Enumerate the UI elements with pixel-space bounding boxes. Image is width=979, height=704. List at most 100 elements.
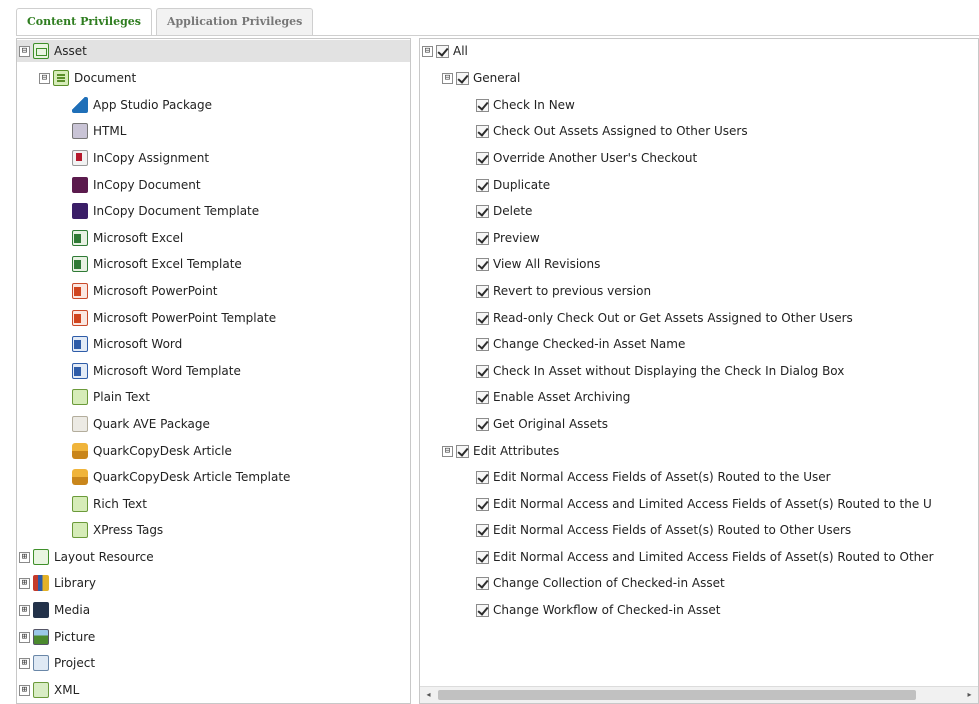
edit-attributes-checkbox[interactable] (456, 444, 469, 458)
tree-node-xpress-tags[interactable]: XPress Tags (72, 519, 163, 541)
privilege-label: Edit Normal Access Fields of Asset(s) Ro… (493, 470, 831, 484)
tree-node-microsoft-powerpoint[interactable]: Microsoft PowerPoint (72, 280, 218, 302)
privilege-group-all: ⊟ All (422, 40, 468, 62)
tree-node-microsoft-word[interactable]: Microsoft Word (72, 333, 182, 355)
tree-node-app-studio-package[interactable]: App Studio Package (72, 94, 212, 116)
tree-node-quarkcopydesk-article[interactable]: QuarkCopyDesk Article (72, 440, 232, 462)
tree-node-media[interactable]: ⊞ Media (19, 599, 90, 621)
privilege-checkbox[interactable] (476, 178, 489, 192)
collapse-toggle[interactable]: ⊟ (442, 72, 453, 84)
privilege-checkbox[interactable] (476, 470, 489, 484)
tree-node-xml[interactable]: ⊞ XML (19, 679, 79, 701)
tree-node-label: Project (54, 656, 96, 670)
collapse-toggle[interactable]: ⊟ (19, 45, 30, 57)
tab-application-privileges[interactable]: Application Privileges (155, 8, 314, 35)
privilege-label: View All Revisions (493, 257, 601, 271)
asset-icon (33, 43, 49, 59)
expand-toggle[interactable]: ⊞ (19, 631, 30, 643)
tree-node-incopy-document[interactable]: InCopy Document (72, 174, 201, 196)
tree-node-html[interactable]: HTML (72, 120, 126, 142)
privilege-checkbox[interactable] (476, 576, 489, 590)
microsoft-excel-template-icon (72, 256, 88, 272)
tree-node-library[interactable]: ⊞ Library (19, 572, 96, 594)
tree-node-rich-text[interactable]: Rich Text (72, 493, 147, 515)
tree-node-label: Microsoft Excel Template (93, 257, 242, 271)
tree-node-document[interactable]: ⊟ Document (39, 67, 136, 89)
tree-node-label: Layout Resource (54, 550, 154, 564)
tree-node-microsoft-excel-template[interactable]: Microsoft Excel Template (72, 253, 242, 275)
privilege-checkbox[interactable] (476, 151, 489, 165)
privilege-checkbox[interactable] (476, 390, 489, 404)
privilege-item: Edit Normal Access Fields of Asset(s) Ro… (476, 466, 831, 488)
privilege-label: Check In Asset without Displaying the Ch… (493, 364, 845, 378)
expand-toggle[interactable]: ⊞ (19, 551, 30, 563)
privilege-checkbox[interactable] (476, 124, 489, 138)
privilege-checkbox[interactable] (476, 98, 489, 112)
privilege-label: Get Original Assets (493, 417, 609, 431)
scroll-left-icon[interactable]: ◂ (420, 687, 437, 703)
html-icon (72, 123, 88, 139)
privilege-checkbox[interactable] (476, 417, 489, 431)
privilege-label: Duplicate (493, 178, 551, 192)
quarkcopydesk-article-template-icon (72, 469, 88, 485)
expand-toggle[interactable]: ⊞ (19, 657, 30, 669)
tree-node-microsoft-excel[interactable]: Microsoft Excel (72, 227, 183, 249)
tree-node-layout-resource[interactable]: ⊞ Layout Resource (19, 546, 154, 568)
privilege-checkbox[interactable] (476, 311, 489, 325)
tree-node-label: HTML (93, 124, 127, 138)
tree-node-asset[interactable]: ⊟ Asset (17, 40, 410, 62)
tree-node-project[interactable]: ⊞ Project (19, 652, 95, 674)
tree-node-quark-ave-package[interactable]: Quark AVE Package (72, 413, 210, 435)
all-checkbox[interactable] (436, 44, 449, 58)
privilege-checkbox[interactable] (476, 337, 489, 351)
project-icon (33, 655, 49, 671)
privilege-item: Edit Normal Access and Limited Access Fi… (476, 546, 934, 568)
privilege-checkbox[interactable] (476, 257, 489, 271)
privilege-label: All (453, 44, 468, 58)
tree-node-label: QuarkCopyDesk Article (93, 444, 232, 458)
privilege-label: Check In New (493, 98, 575, 112)
expand-toggle[interactable]: ⊞ (19, 577, 30, 589)
tree-node-label: Rich Text (93, 497, 147, 511)
tree-node-picture[interactable]: ⊞ Picture (19, 626, 95, 648)
tree-node-microsoft-powerpoint-template[interactable]: Microsoft PowerPoint Template (72, 307, 276, 329)
tree-node-incopy-document-template[interactable]: InCopy Document Template (72, 200, 259, 222)
privilege-checkbox[interactable] (476, 231, 489, 245)
privilege-label: Override Another User's Checkout (493, 151, 698, 165)
scroll-right-icon[interactable]: ▸ (961, 687, 978, 703)
collapse-toggle[interactable]: ⊟ (442, 445, 453, 457)
privilege-item: Enable Asset Archiving (476, 386, 630, 408)
tab-divider (16, 35, 979, 36)
tree-node-plain-text[interactable]: Plain Text (72, 386, 150, 408)
xpress-tags-icon (72, 522, 88, 538)
collapse-toggle[interactable]: ⊟ (39, 72, 50, 84)
expand-toggle[interactable]: ⊞ (19, 604, 30, 616)
scrollbar-thumb[interactable] (438, 690, 916, 700)
tree-node-microsoft-word-template[interactable]: Microsoft Word Template (72, 360, 241, 382)
privilege-checkbox[interactable] (476, 497, 489, 511)
tree-node-incopy-assignment[interactable]: InCopy Assignment (72, 147, 209, 169)
privilege-checkbox[interactable] (476, 284, 489, 298)
general-checkbox[interactable] (456, 71, 469, 85)
tree-node-label: InCopy Assignment (93, 151, 210, 165)
privilege-label: Change Workflow of Checked-in Asset (493, 603, 721, 617)
privilege-label: Edit Normal Access Fields of Asset(s) Ro… (493, 523, 852, 537)
privilege-item: Read-only Check Out or Get Assets Assign… (476, 307, 853, 329)
microsoft-excel-icon (72, 230, 88, 246)
privilege-checkbox[interactable] (476, 364, 489, 378)
tree-node-quarkcopydesk-article-template[interactable]: QuarkCopyDesk Article Template (72, 466, 290, 488)
microsoft-word-template-icon (72, 363, 88, 379)
privilege-checkbox[interactable] (476, 523, 489, 537)
tree-node-label: Microsoft PowerPoint Template (93, 311, 277, 325)
horizontal-scrollbar[interactable]: ◂ ▸ (420, 686, 978, 703)
expand-toggle[interactable]: ⊞ (19, 684, 30, 696)
plain-text-icon (72, 389, 88, 405)
privilege-checkbox[interactable] (476, 550, 489, 564)
privilege-item: Check In New (476, 94, 575, 116)
tree-node-label: App Studio Package (93, 98, 213, 112)
collapse-toggle[interactable]: ⊟ (422, 45, 433, 57)
tab-content-privileges[interactable]: Content Privileges (16, 8, 152, 36)
privilege-checkbox[interactable] (476, 603, 489, 617)
privilege-checkbox[interactable] (476, 204, 489, 218)
quark-ave-package-icon (72, 416, 88, 432)
